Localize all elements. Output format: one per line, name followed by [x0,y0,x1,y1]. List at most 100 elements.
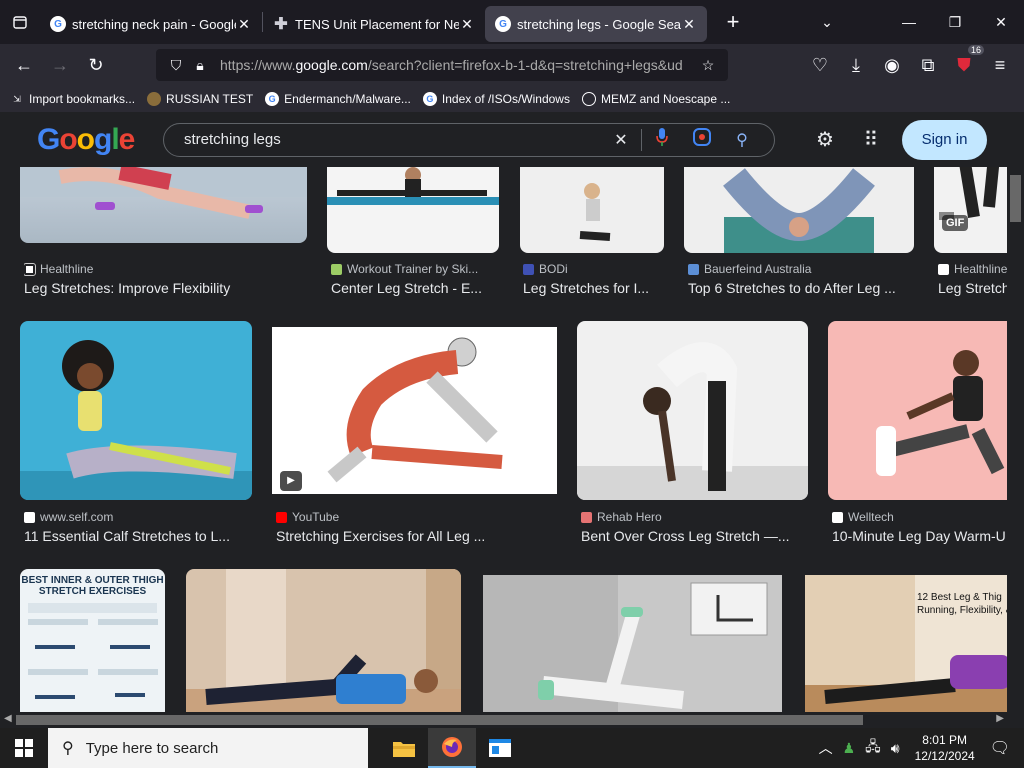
bookmark-memz[interactable]: MEMZ and Noescape ... [581,92,730,106]
bookmark-endermanch[interactable]: G Endermanch/Malware... [265,92,411,106]
restore-button[interactable]: ❐ [932,0,978,44]
scrollbar-thumb[interactable] [1010,175,1021,222]
clock-time: 8:01 PM [922,733,967,747]
account-icon[interactable]: ◉ [874,49,910,81]
sign-in-button[interactable]: Sign in [902,119,987,160]
result-caption[interactable]: Bent Over Cross Leg Stretch —... [581,528,806,544]
result-image[interactable] [20,167,307,243]
ublock-icon[interactable]: ⛊ 16 [946,45,984,81]
google-logo[interactable]: Google [37,123,135,157]
result-image[interactable]: BEST INNER & OUTER THIGH STRETCH EXERCISE… [20,569,165,712]
navigation-toolbar: ← → ↻ ⛉ 🔒︎ https://www.google.com/search… [0,44,1024,86]
result-image[interactable] [483,575,782,712]
result-image[interactable]: ▶ [272,327,557,494]
result-image[interactable] [828,321,1007,500]
clear-icon[interactable]: ✕ [601,130,641,150]
search-icon[interactable]: ⚲ [722,130,762,150]
vertical-scrollbar[interactable] [1007,167,1024,712]
taskbar-search-box[interactable]: ⚲ Type here to search [48,728,368,768]
chevron-up-icon[interactable]: ︿ [819,738,833,758]
chevron-down-icon[interactable]: ⌄ [804,0,850,44]
app-window-icon[interactable] [476,728,524,768]
forward-button[interactable]: → [42,49,78,81]
result-source[interactable]: Bauerfeind Australia [688,262,913,276]
firefox-icon[interactable] [428,728,476,768]
cross-icon: ✚ [274,16,288,33]
youtube-icon [276,511,287,523]
star-icon[interactable]: ☆ [696,57,720,74]
bauerfeind-icon [688,263,699,275]
close-tab-icon[interactable]: ✕ [236,16,252,33]
reload-button[interactable]: ↻ [78,49,114,81]
lens-icon[interactable] [682,128,722,151]
scrollbar-thumb[interactable] [16,715,863,725]
settings-gear-icon[interactable]: ⚙ [802,127,848,152]
bookmark-russian-test[interactable]: RUSSIAN TEST [147,92,253,106]
bookmark-index-isos[interactable]: G Index of /ISOs/Windows [422,92,570,106]
result-caption[interactable]: Stretching Exercises for All Leg ... [276,528,556,544]
tab-tens-unit[interactable]: ✚ TENS Unit Placement for Neck ✕ [263,6,485,42]
close-tab-icon[interactable]: ✕ [459,16,475,33]
scroll-right-icon[interactable]: ▶ [996,713,1004,724]
lock-icon[interactable]: 🔒︎ [188,57,212,74]
minimize-button[interactable]: — [886,0,932,44]
result-source[interactable]: YouTube [276,510,556,524]
address-bar[interactable]: ⛉ 🔒︎ https://www.google.com/search?clien… [156,49,728,81]
url-text[interactable]: https://www.google.com/search?client=fir… [220,57,696,73]
downloads-icon[interactable]: ⤓ [838,49,874,81]
result-image[interactable] [520,167,664,253]
tab-stretching-legs[interactable]: G stretching legs - Google Search ✕ [485,6,707,42]
result-image[interactable] [327,167,499,253]
result-source[interactable]: Welltech [832,510,1007,524]
horizontal-scrollbar[interactable]: ◀ ▶ [0,712,1024,728]
result-image[interactable] [684,167,914,253]
back-button[interactable]: ← [6,49,42,81]
play-icon: ▶ [280,471,302,491]
result-image[interactable]: 12 Best Leg & Thig Running, Flexibility, … [805,575,1007,712]
close-tab-icon[interactable]: ✕ [681,16,697,33]
notifications-icon[interactable]: 🗨︎ [990,738,1010,758]
volume-icon[interactable]: 🔊︎ [891,740,900,757]
extensions-icon[interactable]: ⧉ [910,49,946,81]
scroll-left-icon[interactable]: ◀ [4,713,12,724]
result-caption[interactable]: Leg Stretch [938,280,1007,296]
tab-title: TENS Unit Placement for Neck [295,16,459,32]
result-source[interactable]: Rehab Hero [581,510,806,524]
network-icon[interactable]: 🖧︎ [865,736,881,760]
result-image[interactable] [20,321,252,500]
file-explorer-icon[interactable] [380,728,428,768]
tab-neck-pain[interactable]: G stretching neck pain - Google S ✕ [40,6,262,42]
result-source[interactable]: Healthline [938,262,1007,276]
people-icon[interactable]: ♟ [843,740,856,757]
result-image[interactable] [577,321,808,500]
result-source[interactable]: Healthline [24,262,304,276]
result-image[interactable] [186,569,461,712]
new-tab-button[interactable]: + [715,9,751,35]
result-caption[interactable]: Center Leg Stretch - E... [331,280,496,296]
search-input[interactable] [184,131,601,148]
result-source[interactable]: Workout Trainer by Ski... [331,262,496,276]
result-source[interactable]: BODi [523,262,663,276]
google-icon: G [50,16,66,32]
result-caption[interactable]: Leg Stretches: Improve Flexibility [24,280,304,296]
close-window-button[interactable]: ✕ [978,0,1024,44]
result-image[interactable]: GIF [934,167,1007,253]
result-source[interactable]: www.self.com [24,510,249,524]
tab-list-icon[interactable] [0,0,40,44]
shield-icon[interactable]: ⛉ [164,57,188,74]
bookmark-import[interactable]: ⇲ Import bookmarks... [10,92,135,106]
bookmark-label: Endermanch/Malware... [284,92,411,106]
microphone-icon[interactable] [642,128,682,151]
pocket-icon[interactable]: ♡ [802,49,838,81]
result-caption[interactable]: Leg Stretches for I... [523,280,663,296]
system-clock[interactable]: 8:01 PM 12/12/2024 [915,732,975,764]
bookmark-label: Index of /ISOs/Windows [441,92,570,106]
menu-icon[interactable]: ≡ [982,49,1018,81]
clock-date: 12/12/2024 [914,749,975,763]
apps-grid-icon[interactable]: ⠿ [848,127,894,152]
result-caption[interactable]: Top 6 Stretches to do After Leg ... [688,280,913,296]
windows-start-icon[interactable] [0,728,48,768]
result-caption[interactable]: 11 Essential Calf Stretches to L... [24,528,249,544]
result-caption[interactable]: 10-Minute Leg Day Warm-U [832,528,1007,544]
tab-title: stretching legs - Google Search [517,16,681,32]
